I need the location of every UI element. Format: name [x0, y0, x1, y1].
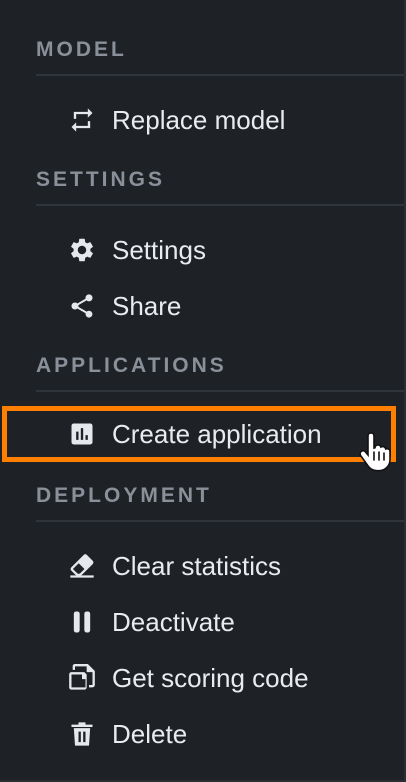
menu-item-clear-statistics[interactable]: Clear statistics — [0, 538, 404, 594]
hand-cursor-icon — [358, 432, 392, 472]
divider — [36, 520, 404, 522]
section-header-deployment: DEPLOYMENT — [36, 484, 212, 507]
swap-arrows-icon — [66, 104, 98, 136]
section-header-settings: SETTINGS — [36, 168, 166, 191]
actions-menu: MODEL Replace model SETTINGS Settings Sh… — [0, 0, 406, 782]
divider — [36, 204, 404, 206]
menu-item-share[interactable]: Share — [0, 278, 404, 334]
share-icon — [66, 290, 98, 322]
menu-item-deactivate[interactable]: Deactivate — [0, 594, 404, 650]
menu-item-label: Delete — [112, 718, 188, 749]
menu-item-label: Create application — [112, 418, 322, 449]
menu-item-label: Replace model — [112, 104, 286, 135]
menu-item-label: Deactivate — [112, 606, 235, 637]
pause-icon — [66, 606, 98, 638]
chart-icon — [66, 418, 98, 450]
section-header-applications: APPLICATIONS — [36, 354, 227, 377]
section-header-model: MODEL — [36, 38, 127, 61]
menu-item-delete[interactable]: Delete — [0, 706, 404, 762]
menu-item-label: Settings — [112, 234, 206, 265]
menu-item-replace-model[interactable]: Replace model — [0, 92, 404, 148]
menu-item-create-application[interactable]: Create application — [0, 406, 404, 462]
menu-item-label: Share — [112, 290, 182, 321]
eraser-icon — [66, 550, 98, 582]
copy-icon — [66, 662, 98, 694]
menu-item-label: Get scoring code — [112, 662, 309, 693]
divider — [36, 74, 404, 76]
menu-item-get-scoring-code[interactable]: Get scoring code — [0, 650, 404, 706]
trash-icon — [66, 718, 98, 750]
menu-item-label: Clear statistics — [112, 550, 282, 581]
divider — [36, 390, 404, 392]
gear-icon — [66, 234, 98, 266]
menu-item-settings[interactable]: Settings — [0, 222, 404, 278]
